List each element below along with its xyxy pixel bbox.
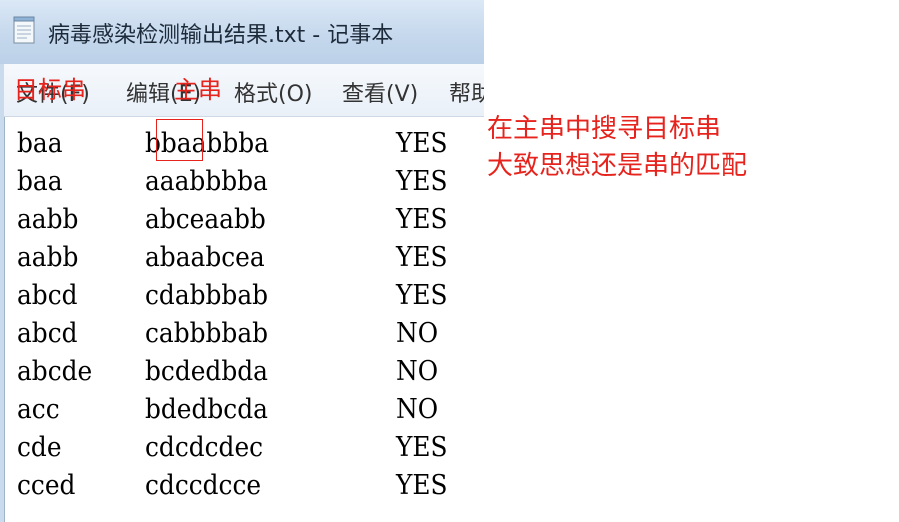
main-string: cdcdcdec <box>145 432 264 463</box>
text-line: acc bdedbcda NO <box>5 391 484 429</box>
match-result: YES <box>396 280 448 311</box>
menu-format[interactable]: 格式(O) <box>234 76 312 108</box>
main-string: cabbbbab <box>145 318 269 349</box>
target-string: abcd <box>17 318 78 349</box>
main-string: cdabbbab <box>145 280 269 311</box>
text-line: baa aaabbbba YES <box>5 163 484 201</box>
target-string: abcde <box>17 356 93 387</box>
text-line: cced cdccdcce YES <box>5 467 484 505</box>
target-string: acc <box>17 394 60 425</box>
title-bar[interactable]: 病毒感染检测输出结果.txt - 记事本 <box>0 0 484 64</box>
target-string: abcd <box>17 280 78 311</box>
match-result: YES <box>396 242 448 273</box>
menu-view[interactable]: 查看(V) <box>342 76 418 108</box>
window-title: 病毒感染检测输出结果.txt - 记事本 <box>48 23 394 48</box>
target-string-annotation: 目标串 <box>14 76 86 104</box>
target-string: cced <box>17 470 76 501</box>
annotation-note-line-2: 大致思想还是串的匹配 <box>487 151 748 181</box>
main-string: abceaabb <box>145 204 266 235</box>
main-string: abaabcea <box>145 242 265 273</box>
match-highlight-box <box>156 119 203 161</box>
match-result: YES <box>396 166 448 197</box>
text-line: abcde bcdedbda NO <box>5 353 484 391</box>
notepad-icon <box>13 16 35 44</box>
match-result: NO <box>396 356 439 387</box>
match-result: YES <box>396 204 448 235</box>
match-result: YES <box>396 128 448 159</box>
target-string: aabb <box>17 242 79 273</box>
text-line: baa bbaabbba YES <box>5 125 484 163</box>
match-result: YES <box>396 470 448 501</box>
main-string: cdccdcce <box>145 470 262 501</box>
text-line: aabb abceaabb YES <box>5 201 484 239</box>
target-string: aabb <box>17 204 79 235</box>
text-line: cde cdcdcdec YES <box>5 429 484 467</box>
match-result: YES <box>396 432 448 463</box>
target-string: cde <box>17 432 62 463</box>
text-line: abcd cdabbbab YES <box>5 277 484 315</box>
match-result: NO <box>396 394 439 425</box>
main-string: bcdedbda <box>145 356 268 387</box>
main-string: bdedbcda <box>145 394 268 425</box>
main-string-annotation: 主串 <box>174 76 222 104</box>
text-editor-area[interactable]: baa bbaabbba YES baa aaabbbba YES aabb a… <box>4 117 484 522</box>
text-line: abcd cabbbbab NO <box>5 315 484 353</box>
target-string: baa <box>17 128 63 159</box>
annotation-note-line-1: 在主串中搜寻目标串 <box>487 114 722 144</box>
text-line: aabb abaabcea YES <box>5 239 484 277</box>
main-string: aaabbbba <box>145 166 268 197</box>
menu-help[interactable]: 帮助 <box>449 76 484 108</box>
target-string: baa <box>17 166 63 197</box>
match-result: NO <box>396 318 439 349</box>
